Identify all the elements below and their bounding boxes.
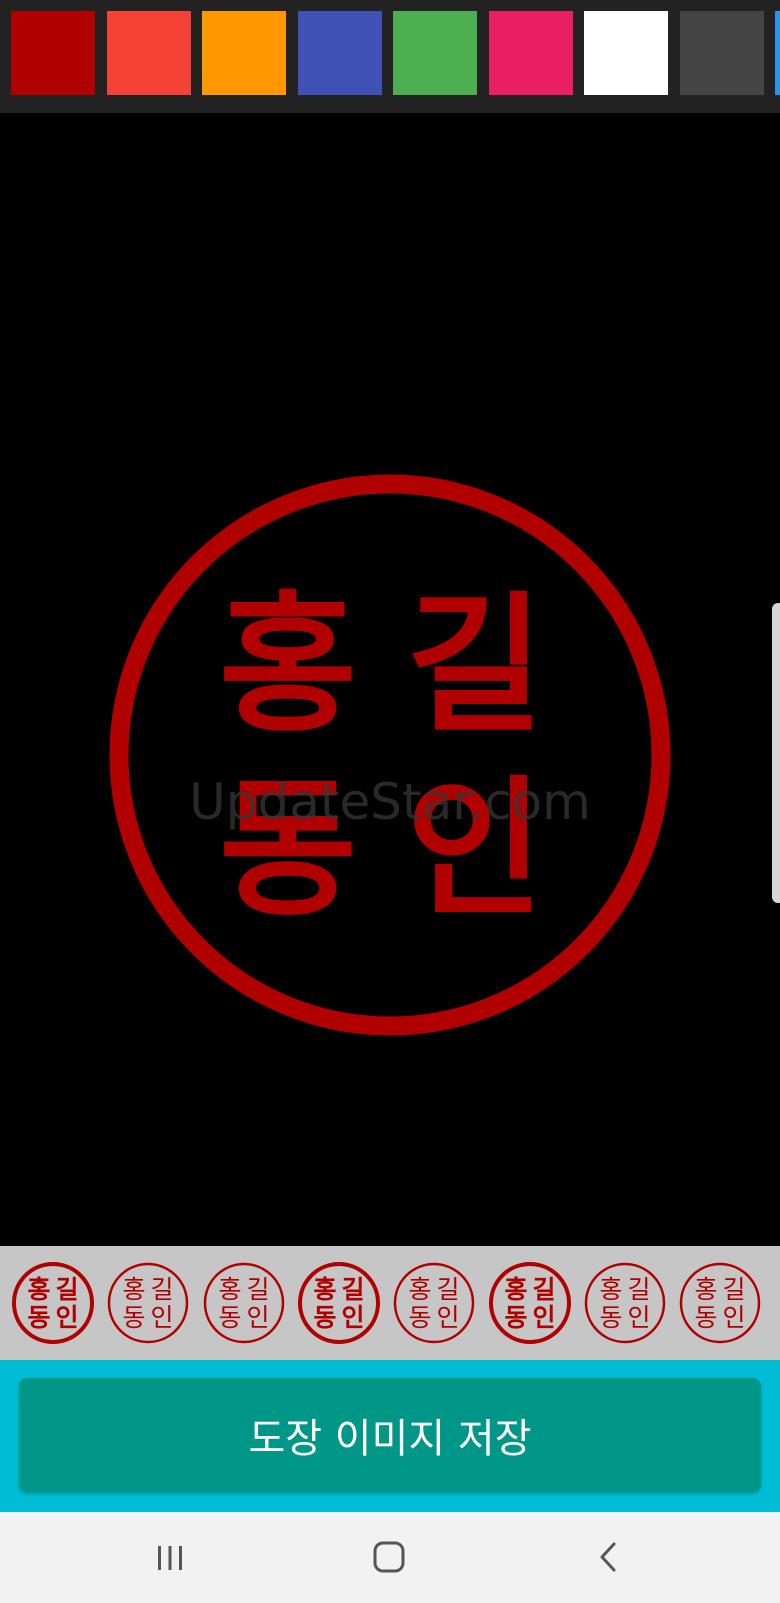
color-palette	[0, 0, 780, 113]
stamp-style-char: 동	[313, 1303, 336, 1332]
stamp-style-char: 길	[627, 1275, 650, 1304]
stamp-style-list: 홍길동인홍길동인홍길동인홍길동인홍길동인홍길동인홍길동인홍길동인	[0, 1246, 780, 1360]
stamp-style-char: 길	[151, 1275, 174, 1304]
stamp-style-char: 동	[409, 1303, 432, 1332]
stamp-style-option[interactable]: 홍길동인	[297, 1261, 381, 1345]
stamp-style-option[interactable]: 홍길동인	[202, 1261, 286, 1345]
bottom-action-area: 도장 이미지 저장	[0, 1360, 780, 1512]
stamp-style-char: 홍	[218, 1275, 241, 1304]
stamp-style-char: 홍	[695, 1275, 718, 1304]
stamp-style-ring	[12, 1262, 94, 1344]
stamp-style-char: 인	[532, 1303, 555, 1332]
color-swatch-blue[interactable]	[775, 11, 780, 95]
stamp-style-char: 인	[55, 1303, 78, 1332]
color-swatch-pink[interactable]	[488, 11, 573, 95]
stamp-style-char: 인	[246, 1303, 269, 1332]
stamp-style-option[interactable]: 홍길동인	[106, 1261, 190, 1345]
stamp-char: 인	[406, 763, 544, 937]
stamp-style-char: 홍	[27, 1275, 50, 1304]
stamp-style-ring	[203, 1262, 284, 1344]
stamp-style-char: 인	[341, 1303, 364, 1332]
stamp-style-ring	[584, 1262, 666, 1344]
stamp-style-char: 동	[27, 1303, 50, 1332]
stamp-style-char: 길	[723, 1275, 746, 1304]
stamp-char: 길	[406, 579, 544, 753]
home-icon[interactable]	[359, 1532, 419, 1582]
stamp-style-char: 인	[151, 1303, 174, 1332]
stamp-style-char: 홍	[409, 1275, 432, 1304]
color-swatch-dark-gray[interactable]	[679, 11, 764, 95]
stamp-style-char: 동	[218, 1303, 241, 1332]
stamp-style-ring	[488, 1262, 571, 1344]
stamp-char: 홍	[219, 579, 357, 753]
stamp-style-char: 홍	[313, 1275, 336, 1304]
stamp-style-option[interactable]: 홍길동인	[678, 1261, 762, 1345]
stamp-style-ring	[108, 1262, 189, 1344]
stamp-style-char: 인	[723, 1303, 746, 1332]
app-screen: 홍 길 동 인 UpdateStar.com 홍길동인홍길동인홍길동인홍길동인홍…	[0, 0, 780, 1603]
stamp-canvas: 홍 길 동 인 UpdateStar.com	[0, 113, 780, 1246]
stamp-style-char: 인	[437, 1303, 460, 1332]
stamp-preview: 홍 길 동 인	[109, 474, 671, 1036]
stamp-style-char: 홍	[123, 1275, 146, 1304]
stamp-char: 동	[219, 763, 357, 937]
stamp-style-char: 길	[246, 1275, 269, 1304]
stamp-style-char: 홍	[504, 1275, 527, 1304]
stamp-style-char: 인	[627, 1303, 650, 1332]
system-navigation-bar	[0, 1512, 780, 1603]
stamp-style-option[interactable]: 홍길동인	[583, 1261, 667, 1345]
stamp-style-char: 동	[599, 1303, 622, 1332]
color-swatch-orange[interactable]	[202, 11, 286, 95]
stamp-style-char: 동	[695, 1303, 718, 1332]
color-swatch-white[interactable]	[584, 11, 668, 95]
stamp-style-ring	[297, 1262, 380, 1344]
back-icon[interactable]	[578, 1532, 638, 1582]
stamp-style-char: 길	[341, 1275, 364, 1304]
edge-panel-handle[interactable]	[772, 603, 780, 903]
stamp-style-char: 동	[123, 1303, 146, 1332]
recent-apps-icon[interactable]	[140, 1532, 200, 1582]
color-swatch-red[interactable]	[106, 11, 191, 95]
stamp-image: 홍 길 동 인	[109, 474, 671, 1036]
stamp-style-char: 홍	[599, 1275, 622, 1304]
stamp-style-ring	[393, 1262, 475, 1344]
stamp-style-char: 길	[55, 1275, 78, 1304]
stamp-style-ring	[679, 1262, 761, 1344]
stamp-style-char: 길	[532, 1275, 555, 1304]
color-swatch-indigo[interactable]	[297, 11, 382, 95]
stamp-style-option[interactable]: 홍길동인	[488, 1261, 572, 1345]
stamp-ring	[109, 474, 671, 1036]
stamp-style-option[interactable]: 홍길동인	[392, 1261, 476, 1345]
color-swatch-dark-red[interactable]	[11, 11, 95, 95]
stamp-style-option[interactable]: 홍길동인	[11, 1261, 95, 1345]
stamp-style-char: 길	[437, 1275, 460, 1304]
stamp-style-char: 동	[504, 1303, 527, 1332]
color-swatch-green[interactable]	[393, 11, 477, 95]
save-stamp-image-button[interactable]: 도장 이미지 저장	[19, 1378, 761, 1492]
